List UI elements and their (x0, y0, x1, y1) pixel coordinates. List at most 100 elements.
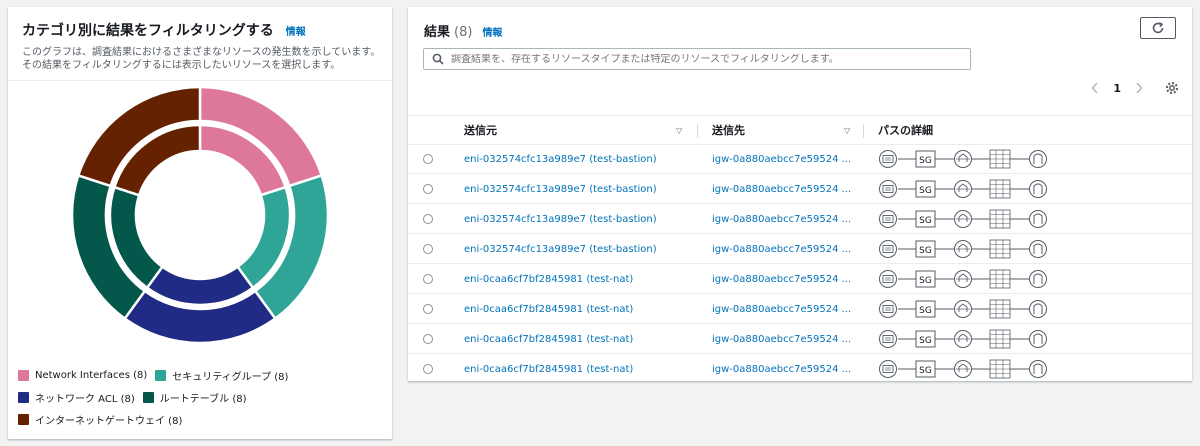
source-link[interactable]: eni-0caa6cf7bf2845981 (test-nat) (464, 364, 633, 375)
network-interface-icon (879, 300, 897, 318)
table-row[interactable]: eni-032574cfc13a989e7 (test-bastion) igw-… (408, 145, 1192, 174)
legend-swatch (142, 391, 154, 403)
path-details-diagram[interactable]: SG (878, 269, 1048, 289)
route-table-icon (989, 329, 1011, 349)
row-select-radio[interactable] (423, 364, 433, 374)
filter-panel-title: カテゴリ別に結果をフィルタリングする (22, 23, 274, 39)
table-row[interactable]: eni-032574cfc13a989e7 (test-bastion) igw-… (408, 175, 1192, 204)
source-link[interactable]: eni-032574cfc13a989e7 (test-bastion) (464, 154, 657, 165)
current-page[interactable]: 1 (1113, 82, 1121, 95)
source-link[interactable]: eni-032574cfc13a989e7 (test-bastion) (464, 184, 657, 195)
path-details: SG (878, 329, 1048, 352)
destination-link[interactable]: igw-0a880aebcc7e59524 ... (712, 244, 852, 255)
row-select-radio[interactable] (423, 154, 433, 164)
destination-link[interactable]: igw-0a880aebcc7e59524 ... (712, 274, 852, 285)
results-info-link[interactable]: 情報 (482, 24, 502, 39)
settings-gear-icon[interactable] (1165, 81, 1179, 95)
route-table-icon (989, 299, 1011, 319)
table-row[interactable]: eni-032574cfc13a989e7 (test-bastion) igw-… (408, 205, 1192, 234)
security-group-icon: SG (915, 300, 936, 318)
legend-label: セキュリティグループ (8) (172, 371, 289, 383)
path-details: SG (878, 299, 1048, 322)
destination-link[interactable]: igw-0a880aebcc7e59524 ... (712, 184, 852, 195)
row-select-radio[interactable] (423, 184, 433, 194)
destination-link[interactable]: igw-0a880aebcc7e59524 ... (712, 304, 852, 315)
path-details-diagram[interactable]: SG (878, 179, 1048, 199)
destination-link[interactable]: igw-0a880aebcc7e59524 ... (712, 154, 852, 165)
column-divider (863, 124, 864, 138)
legend-swatch (155, 369, 167, 381)
row-select-radio[interactable] (423, 334, 433, 344)
internet-gateway-icon (1029, 360, 1047, 378)
table-row[interactable]: eni-032574cfc13a989e7 (test-bastion) igw-… (408, 235, 1192, 264)
pagination: 1 (1091, 81, 1179, 95)
category-donut-chart[interactable] (8, 81, 392, 361)
path-details-diagram[interactable]: SG (878, 209, 1048, 229)
prev-page-icon[interactable] (1091, 82, 1099, 94)
network-acl-icon (954, 180, 972, 198)
network-acl-icon (954, 210, 972, 228)
legend-label: インターネットゲートウェイ (8) (35, 415, 183, 427)
path-details-diagram[interactable]: SG (878, 149, 1048, 169)
next-page-icon[interactable] (1135, 82, 1143, 94)
internet-gateway-icon (1029, 210, 1047, 228)
row-select-radio[interactable] (423, 244, 433, 254)
source-link[interactable]: eni-0caa6cf7bf2845981 (test-nat) (464, 274, 633, 285)
security-group-icon: SG (915, 270, 936, 288)
results-search-box[interactable] (423, 48, 971, 70)
filter-by-category-panel: カテゴリ別に結果をフィルタリングする 情報 このグラフは、調査結果におけるさまざ… (8, 7, 392, 439)
source-link[interactable]: eni-0caa6cf7bf2845981 (test-nat) (464, 304, 633, 315)
internet-gateway-icon (1029, 240, 1047, 258)
network-acl-icon (954, 150, 972, 168)
svg-text:SG: SG (919, 186, 932, 196)
destination-link[interactable]: igw-0a880aebcc7e59524 ... (712, 334, 852, 345)
path-details-diagram[interactable]: SG (878, 359, 1048, 379)
legend-item-route-tables[interactable]: ルートテーブル (8) (142, 390, 247, 405)
network-interface-icon (879, 330, 897, 348)
path-details-diagram[interactable]: SG (878, 329, 1048, 349)
destination-link[interactable]: igw-0a880aebcc7e59524 ... (712, 364, 852, 375)
results-count: (8) (454, 25, 473, 40)
column-label: 送信先 (712, 124, 745, 137)
row-select-radio[interactable] (423, 274, 433, 284)
refresh-button[interactable] (1140, 17, 1176, 39)
info-link[interactable]: 情報 (286, 23, 306, 38)
legend-label: ルートテーブル (8) (159, 393, 247, 405)
legend-item-internet-gateways[interactable]: インターネットゲートウェイ (8) (18, 412, 182, 427)
table-row[interactable]: eni-0caa6cf7bf2845981 (test-nat) igw-0a88… (408, 355, 1192, 384)
search-input[interactable] (451, 53, 951, 65)
column-header-source[interactable]: 送信元 ▽ (464, 115, 682, 145)
source-link[interactable]: eni-032574cfc13a989e7 (test-bastion) (464, 244, 657, 255)
row-select-radio[interactable] (423, 304, 433, 314)
route-table-icon (989, 269, 1011, 289)
sort-icon[interactable]: ▽ (844, 126, 850, 135)
legend-swatch (18, 391, 29, 403)
path-details-diagram[interactable]: SG (878, 239, 1048, 259)
path-details-diagram[interactable]: SG (878, 299, 1048, 319)
sort-icon[interactable]: ▽ (676, 126, 682, 135)
path-details: SG (878, 269, 1048, 292)
source-link[interactable]: eni-0caa6cf7bf2845981 (test-nat) (464, 334, 633, 345)
results-table-header: 送信元 ▽ 送信先 ▽ パスの詳細 (408, 115, 1192, 145)
table-row[interactable]: eni-0caa6cf7bf2845981 (test-nat) igw-0a88… (408, 325, 1192, 354)
column-header-destination[interactable]: 送信先 ▽ (712, 115, 850, 145)
source-link[interactable]: eni-032574cfc13a989e7 (test-bastion) (464, 214, 657, 225)
network-interface-icon (879, 360, 897, 378)
legend-label: ネットワーク ACL (8) (35, 393, 135, 405)
internet-gateway-icon (1029, 150, 1047, 168)
legend-swatch (18, 413, 29, 425)
legend-item-network-interfaces[interactable]: Network Interfaces (8) (18, 369, 147, 381)
network-interface-icon (879, 180, 897, 198)
table-row[interactable]: eni-0caa6cf7bf2845981 (test-nat) igw-0a88… (408, 295, 1192, 324)
security-group-icon: SG (915, 210, 936, 228)
legend-item-security-groups[interactable]: セキュリティグループ (8) (155, 368, 288, 383)
donut-slice-inner-2[interactable] (145, 265, 255, 307)
legend-item-network-acl[interactable]: ネットワーク ACL (8) (18, 390, 135, 405)
row-select-radio[interactable] (423, 214, 433, 224)
table-row[interactable]: eni-0caa6cf7bf2845981 (test-nat) igw-0a88… (408, 265, 1192, 294)
network-acl-icon (954, 270, 972, 288)
security-group-icon: SG (915, 360, 936, 378)
destination-link[interactable]: igw-0a880aebcc7e59524 ... (712, 214, 852, 225)
security-group-icon: SG (915, 180, 936, 198)
refresh-icon (1152, 22, 1164, 34)
